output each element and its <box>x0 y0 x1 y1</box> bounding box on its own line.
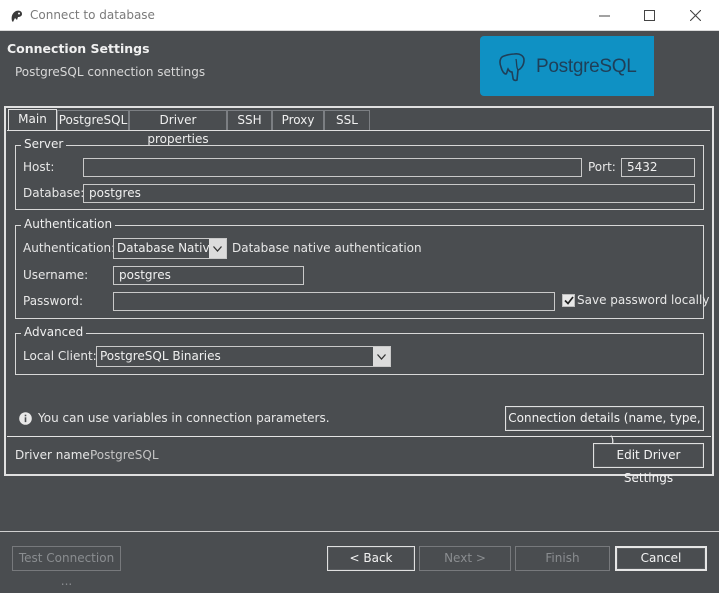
authentication-label: Authentication: <box>23 241 116 255</box>
tab-ssh[interactable]: SSH <box>227 110 272 130</box>
host-input[interactable] <box>83 158 582 177</box>
authentication-legend: Authentication <box>21 217 116 231</box>
elephant-icon <box>496 50 530 87</box>
footer-separator <box>0 531 719 532</box>
save-password-checkbox[interactable] <box>562 294 575 307</box>
info-icon <box>19 412 32 428</box>
authentication-select-value: Database Native <box>117 241 217 255</box>
tab-main[interactable]: Main <box>8 109 57 130</box>
title-bar: Connect to database <box>0 0 719 31</box>
close-window-button[interactable] <box>672 0 718 31</box>
database-label: Database: <box>23 186 85 200</box>
maximize-icon <box>643 10 655 21</box>
edit-driver-settings-button[interactable]: Edit Driver Settings <box>593 443 704 485</box>
page-subtitle: PostgreSQL connection settings <box>15 65 206 79</box>
host-label: Host: <box>23 160 55 174</box>
tab-postgresql[interactable]: PostgreSQL <box>57 110 129 130</box>
connection-details-button[interactable]: Connection details (name, type, ... ) <box>505 406 704 448</box>
authentication-select[interactable]: Database Native <box>113 238 227 259</box>
password-input[interactable] <box>113 292 555 311</box>
port-label: Port: <box>588 160 616 174</box>
next-button[interactable]: Next > <box>419 546 511 571</box>
close-icon <box>689 10 701 21</box>
local-client-select-value: PostgreSQL Binaries <box>100 349 221 363</box>
database-input[interactable]: postgres <box>83 184 695 203</box>
tab-baseline <box>7 130 710 131</box>
authentication-description: Database native authentication <box>232 241 422 255</box>
maximize-button[interactable] <box>626 0 672 31</box>
dbeaver-app-icon <box>9 8 25 24</box>
postgresql-logo: PostgreSQL <box>480 36 654 96</box>
window-title: Connect to database <box>30 8 155 22</box>
password-label: Password: <box>23 294 84 308</box>
test-connection-button[interactable]: Test Connection ... <box>12 546 121 588</box>
local-client-label: Local Client: <box>23 349 97 363</box>
driver-name-label: Driver name: <box>15 448 94 462</box>
tab-driver-properties[interactable]: Driver properties <box>129 110 227 146</box>
local-client-select[interactable]: PostgreSQL Binaries <box>96 346 391 367</box>
back-button[interactable]: < Back <box>327 546 415 571</box>
tab-proxy[interactable]: Proxy <box>272 110 324 130</box>
variables-info-text: You can use variables in connection para… <box>38 411 330 425</box>
driver-name-value: PostgreSQL <box>90 448 159 462</box>
username-label: Username: <box>23 268 89 282</box>
cancel-button[interactable]: Cancel <box>615 546 707 571</box>
minimize-icon <box>598 15 610 17</box>
finish-button[interactable]: Finish <box>515 546 610 571</box>
page-title: Connection Settings <box>7 41 150 56</box>
logo-text: PostgreSQL <box>536 56 637 77</box>
tab-ssl[interactable]: SSL <box>324 110 370 130</box>
port-input[interactable]: 5432 <box>621 158 695 177</box>
server-legend: Server <box>21 137 67 151</box>
checkmark-icon <box>563 296 574 305</box>
advanced-legend: Advanced <box>21 325 87 339</box>
save-password-label: Save password locally <box>577 293 710 307</box>
minimize-button[interactable] <box>581 0 627 31</box>
separator <box>7 436 711 437</box>
username-input[interactable]: postgres <box>113 266 304 285</box>
chevron-down-icon <box>373 347 390 366</box>
chevron-down-icon <box>209 239 226 258</box>
